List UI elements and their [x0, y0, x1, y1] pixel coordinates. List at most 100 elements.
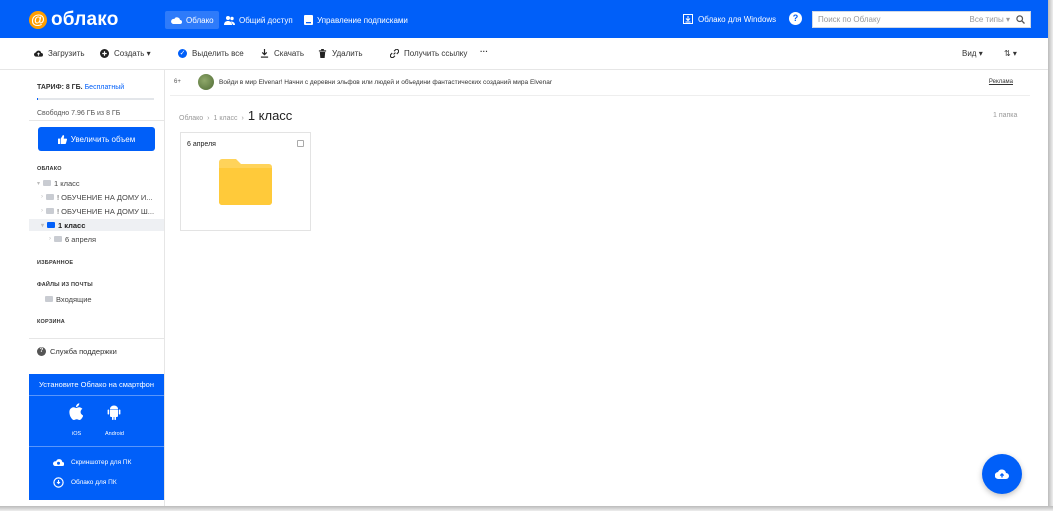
age-rating: 6+ — [174, 79, 181, 85]
tree-item-obuchenie-1[interactable]: › ! ОБУЧЕНИЕ НА ДОМУ И... — [37, 191, 153, 203]
download-label: Скачать — [274, 49, 304, 58]
breadcrumb-root[interactable]: Облако — [179, 115, 203, 122]
breadcrumb-parent[interactable]: 1 класс — [214, 115, 238, 122]
caret-icon: › — [41, 194, 43, 200]
screenshoter-link[interactable]: Скриншотер для ПК — [53, 457, 131, 467]
ad-link[interactable]: Реклама — [989, 79, 1013, 85]
breadcrumb-separator: › — [241, 115, 244, 122]
page-title: 1 класс — [247, 108, 293, 123]
android-label[interactable]: Android — [105, 431, 124, 437]
window-edge-shadow — [0, 506, 1053, 511]
section-favorites[interactable]: ИЗБРАННОЕ — [37, 260, 73, 266]
toolbar: Загрузить Создать ▾ ✓ Выделить все Скача… — [0, 38, 1048, 70]
tree-item-label: ! ОБУЧЕНИЕ НА ДОМУ И... — [57, 192, 153, 202]
caret-icon: ▾ — [41, 222, 45, 229]
subscription-icon — [304, 15, 313, 25]
ad-divider — [170, 95, 1030, 96]
upload-cloud-icon — [34, 50, 43, 57]
folder-name: 6 апреля — [187, 141, 216, 148]
increase-storage-button[interactable]: Увеличить объем — [38, 127, 155, 151]
section-mail-files[interactable]: ФАЙЛЫ ИЗ ПОЧТЫ — [37, 282, 93, 288]
search-placeholder: Поиск по Облаку — [818, 15, 881, 24]
delete-label: Удалить — [332, 49, 363, 58]
view-label: Вид ▾ — [962, 49, 983, 58]
tree-item-label: Входящие — [56, 294, 92, 304]
promo-divider — [29, 395, 164, 396]
folder-icon — [54, 236, 62, 242]
nav-cloud-label: Облако — [186, 15, 214, 25]
increase-storage-label: Увеличить объем — [70, 134, 136, 144]
more-button[interactable]: ··· — [480, 47, 488, 56]
upload-fab-button[interactable] — [982, 454, 1022, 494]
upload-cloud-icon — [995, 469, 1009, 480]
select-checkbox[interactable] — [297, 140, 304, 147]
quota-bar-fill — [37, 98, 39, 100]
download-button[interactable]: Скачать — [260, 49, 304, 58]
logo-at-icon: @ — [29, 11, 47, 29]
tree-item-label: ! ОБУЧЕНИЕ НА ДОМУ Ш... — [57, 206, 155, 216]
window-edge-shadow — [1048, 0, 1053, 511]
view-button[interactable]: Вид ▾ — [962, 49, 983, 58]
delete-button[interactable]: Удалить — [318, 49, 363, 58]
folder-icon — [46, 194, 54, 200]
tariff-plan-link[interactable]: Бесплатный — [85, 84, 125, 91]
quota-bar — [37, 98, 154, 100]
tariff-label: ТАРИФ: 8 ГБ. — [37, 84, 83, 91]
search-input[interactable]: Поиск по Облаку Все типы ▾ — [812, 11, 1031, 28]
cloud-pc-label: Облако для ПК — [71, 479, 117, 486]
caret-icon: ▾ — [37, 180, 41, 187]
search-type-select[interactable]: Все типы ▾ — [970, 15, 1010, 24]
screenshoter-icon — [53, 459, 64, 466]
plus-circle-icon — [100, 49, 109, 58]
support-link[interactable]: ? Служба поддержки — [37, 347, 117, 356]
folder-icon — [43, 180, 52, 186]
windows-app-label: Облако для Windows — [698, 14, 777, 24]
breadcrumb: Облако › 1 класс › 1 класс — [179, 108, 292, 123]
help-icon[interactable]: ? — [789, 12, 802, 25]
download-icon — [260, 49, 269, 58]
cloud-pc-icon — [53, 477, 64, 488]
download-box-icon — [683, 14, 693, 24]
search-icon[interactable] — [1016, 15, 1025, 24]
windows-app-link[interactable]: Облако для Windows — [683, 14, 776, 24]
ios-label[interactable]: iOS — [72, 431, 81, 437]
folder-icon — [46, 208, 54, 214]
cloud-icon — [171, 17, 182, 24]
tree-item-obuchenie-2[interactable]: › ! ОБУЧЕНИЕ НА ДОМУ Ш... — [37, 205, 154, 217]
tree-item-6-aprelya[interactable]: › 6 апреля — [37, 233, 96, 245]
check-circle-icon: ✓ — [178, 49, 187, 58]
nav-shared-label: Общий доступ — [239, 15, 293, 25]
sidebar-divider-support — [29, 338, 164, 339]
nav-shared[interactable]: Общий доступ — [219, 11, 298, 29]
get-link-label: Получить ссылку — [404, 49, 468, 58]
folder-tile[interactable]: 6 апреля — [180, 132, 311, 231]
select-all-button[interactable]: ✓ Выделить все — [178, 49, 244, 58]
nav-cloud[interactable]: Облако — [165, 11, 219, 29]
tree-item-1-klass-selected[interactable]: ▾ 1 класс — [29, 219, 164, 231]
ad-text: Войди в мир Elvenar! Начни с деревни эль… — [219, 79, 552, 86]
select-all-label: Выделить все — [192, 49, 244, 58]
sort-label: ⇅ ▾ — [1004, 49, 1017, 58]
breadcrumb-separator: › — [207, 115, 210, 122]
apple-icon[interactable] — [69, 403, 83, 420]
sidebar-divider — [164, 70, 165, 506]
sort-button[interactable]: ⇅ ▾ — [1004, 49, 1017, 58]
tree-item-1-klass[interactable]: ▾ 1 класс — [37, 177, 80, 189]
create-button[interactable]: Создать ▾ — [100, 49, 151, 58]
get-link-button[interactable]: Получить ссылку — [390, 49, 467, 58]
tree-item-inbox[interactable]: Входящие — [37, 293, 92, 305]
section-trash[interactable]: КОРЗИНА — [37, 319, 65, 325]
folder-icon — [45, 296, 53, 302]
android-icon[interactable] — [107, 404, 121, 420]
nav-subscriptions[interactable]: Управление подписками — [299, 11, 413, 29]
cloud-pc-link[interactable]: Облако для ПК — [53, 477, 117, 488]
section-cloud[interactable]: ОБЛАКО — [37, 166, 62, 172]
top-bar: @ облако Облако Общий доступ Управление … — [0, 0, 1048, 38]
ad-banner[interactable]: 6+ Войди в мир Elvenar! Начни с деревни … — [170, 73, 1030, 91]
logo-text: облако — [51, 9, 119, 30]
caret-icon: › — [41, 208, 43, 214]
logo[interactable]: @ облако — [29, 9, 119, 31]
upload-button[interactable]: Загрузить — [34, 49, 85, 58]
nav-subscriptions-label: Управление подписками — [317, 15, 408, 25]
folder-count: 1 папка — [993, 112, 1018, 119]
